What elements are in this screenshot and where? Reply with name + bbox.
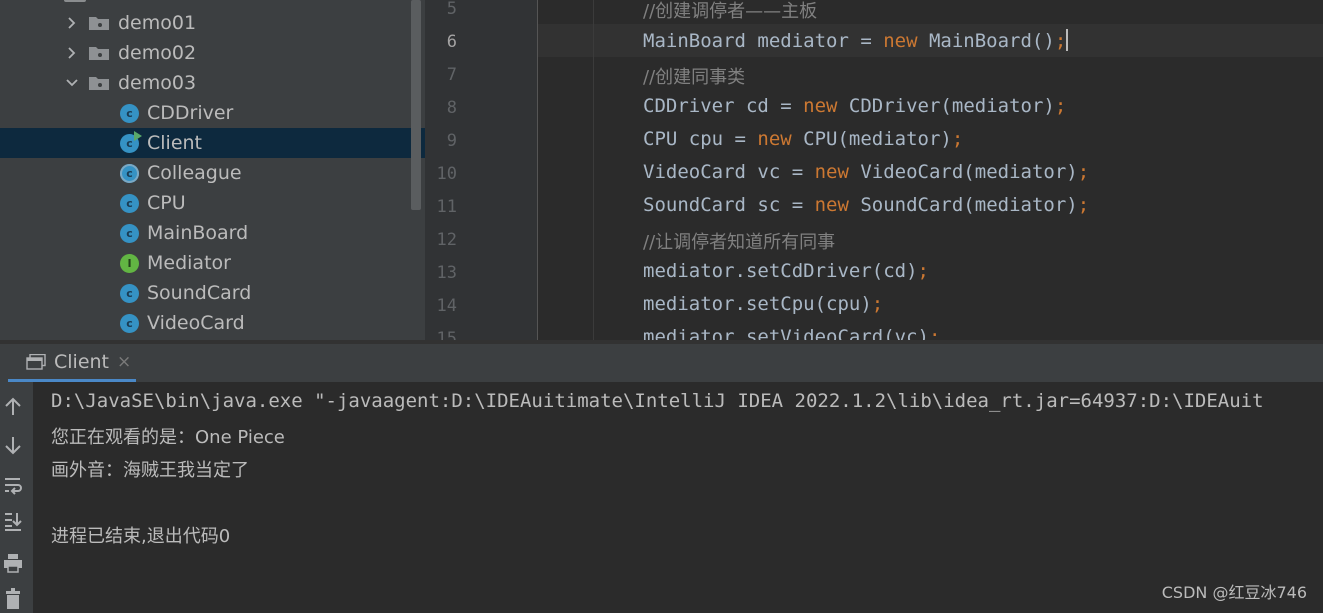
class-run-icon: c (120, 130, 142, 153)
code-comment: //让调停者知道所有同事 (643, 232, 836, 253)
soft-wrap-icon[interactable] (3, 474, 23, 496)
console-line: 进程已结束,退出代码0 (51, 526, 231, 547)
tree-item-label: MainBoard (147, 222, 249, 244)
tree-item-cddriver[interactable]: c CDDriver (0, 98, 425, 128)
code-line: mediator.setCdDriver(cd); (643, 260, 929, 282)
folder-icon (89, 47, 109, 60)
tree-item-soundcard[interactable]: c SoundCard (0, 278, 425, 308)
print-icon[interactable] (3, 552, 23, 574)
down-arrow-icon[interactable] (3, 434, 23, 456)
semicolon: ; (1077, 194, 1090, 216)
tree-scrollbar[interactable] (411, 0, 421, 210)
tree-item-mainboard[interactable]: c MainBoard (0, 218, 425, 248)
scroll-to-end-icon[interactable] (3, 510, 23, 532)
chevron-down-icon[interactable] (66, 77, 78, 89)
keyword: new (803, 95, 838, 117)
tab-client[interactable]: Client × (8, 344, 136, 382)
line-number: 10 (436, 164, 457, 184)
console-line: 您正在观看的是：One Piece (51, 427, 285, 448)
chevron-right-icon[interactable] (66, 47, 78, 59)
tree-item-label: Colleague (147, 162, 242, 184)
console-window-icon (26, 353, 46, 370)
watermark: CSDN @红豆冰746 (1161, 583, 1307, 602)
tree-item-demo02[interactable]: demo02 (0, 38, 425, 68)
code-comment: //创建调停者——主板 (643, 1, 818, 22)
tree-item-mediator[interactable]: I Mediator (0, 248, 425, 278)
line-number: 9 (446, 131, 457, 151)
abstract-class-icon: c (120, 163, 139, 183)
semicolon: ; (951, 128, 964, 150)
class-icon: c (120, 193, 139, 213)
tree-item-label: demo02 (118, 42, 197, 64)
keyword: new (883, 30, 918, 52)
line-number: 13 (436, 263, 457, 283)
code-line: CPU cpu = new CPU(mediator); (643, 128, 964, 150)
tree-item-label: Mediator (147, 252, 231, 274)
line-number: 6 (446, 32, 457, 52)
code-line: CDDriver cd = new CDDriver(mediator); (643, 95, 1067, 117)
indent-guide (593, 0, 594, 340)
tree-item-label: demo01 (118, 12, 197, 34)
code-line: mediator.setCpu(cpu); (643, 293, 884, 315)
line-number: 11 (436, 197, 457, 217)
semicolon: ; (1054, 95, 1067, 117)
semicolon: ; (917, 260, 929, 282)
code-line: SoundCard sc = new SoundCard(mediator); (643, 194, 1090, 216)
tree-item-label: CDDriver (147, 102, 234, 124)
code-line: mediator.setVideoCard(vc); (643, 326, 940, 340)
tree-item-cpu[interactable]: c CPU (0, 188, 425, 218)
code-editor[interactable]: 5 6 7 8 9 10 11 12 13 14 15 //创建调停者——主板 … (425, 0, 1323, 340)
line-number: 8 (446, 98, 457, 118)
line-number: 14 (436, 296, 457, 316)
keyword: new (814, 194, 849, 216)
tree-item-label: Client (147, 132, 203, 154)
tree-item-videocard[interactable]: c VideoCard (0, 308, 425, 338)
semicolon: ; (928, 326, 941, 340)
close-icon[interactable]: × (117, 352, 131, 372)
line-number: 15 (436, 329, 457, 340)
semicolon: ; (871, 293, 884, 315)
keyword: new (814, 161, 849, 183)
tree-item-label: SoundCard (147, 282, 252, 304)
tab-label: Client (54, 350, 110, 373)
run-panel-header: Client × (0, 344, 1323, 382)
chevron-right-icon[interactable] (66, 17, 78, 29)
tree-collapsed-root-icon (64, 0, 86, 2)
tree-item-demo01[interactable]: demo01 (0, 8, 425, 38)
code-line: VideoCard vc = new VideoCard(mediator); (643, 161, 1090, 183)
trash-icon[interactable] (3, 588, 23, 610)
tree-item-label: VideoCard (147, 312, 245, 334)
folder-icon (89, 77, 109, 90)
class-icon: c (120, 223, 139, 243)
run-toolbar (0, 382, 33, 613)
class-icon: c (120, 283, 139, 303)
tree-item-demo03[interactable]: demo03 (0, 68, 425, 98)
keyword: new (757, 128, 792, 150)
code-line: MainBoard mediator = new MainBoard(); (643, 29, 1069, 52)
tree-item-label: demo03 (118, 72, 197, 94)
tree-item-colleague[interactable]: c Colleague (0, 158, 425, 188)
console-line: 画外音：海贼王我当定了 (51, 460, 249, 481)
project-tree-panel: demo01 demo02 demo03 c CDDriver c Client… (0, 0, 425, 340)
console-line: D:\JavaSE\bin\java.exe "-javaagent:D:\ID… (51, 390, 1264, 412)
up-arrow-icon[interactable] (3, 396, 23, 418)
tree-item-client[interactable]: c Client (0, 128, 425, 158)
line-number: 5 (446, 0, 457, 19)
semicolon: ; (1077, 161, 1090, 183)
interface-icon: I (120, 253, 139, 273)
class-icon: c (120, 103, 139, 123)
folder-icon (89, 17, 109, 30)
class-icon: c (120, 313, 139, 333)
tree-item-label: CPU (147, 192, 186, 214)
code-comment: //创建同事类 (643, 67, 746, 88)
text-caret (1066, 29, 1069, 51)
line-number: 7 (446, 65, 457, 85)
line-number: 12 (436, 230, 457, 250)
console-output[interactable]: D:\JavaSE\bin\java.exe "-javaagent:D:\ID… (33, 382, 1323, 613)
semicolon: ; (1054, 30, 1067, 52)
